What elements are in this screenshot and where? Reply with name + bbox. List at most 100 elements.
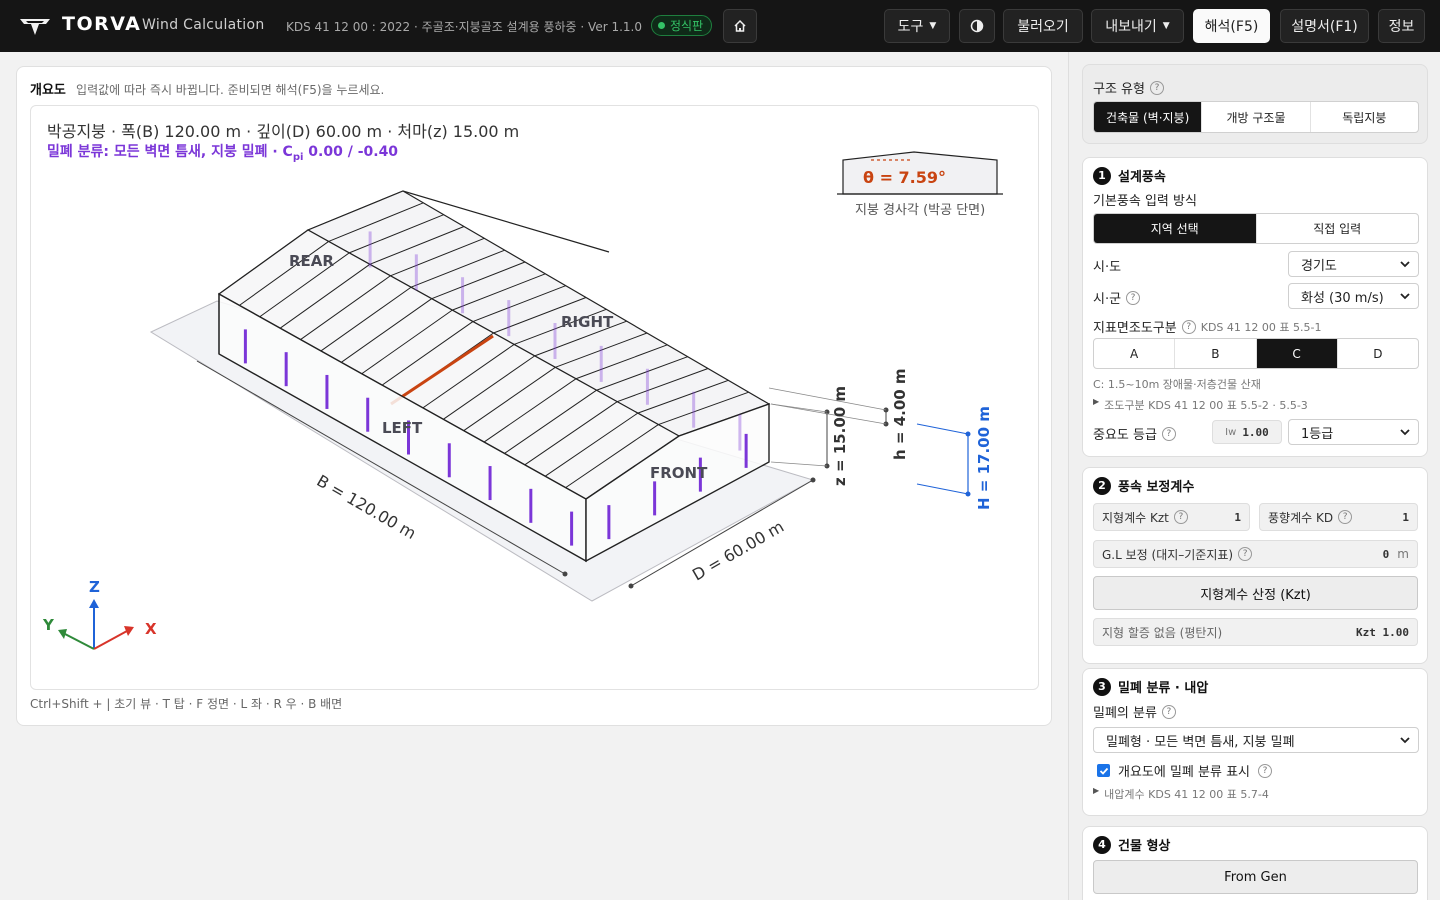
city-select[interactable]: 화성 (30 m/s): [1288, 283, 1419, 309]
help-icon[interactable]: ?: [1181, 319, 1196, 334]
structure-option-open[interactable]: 개방 구조물: [1202, 102, 1311, 132]
enclosure-header: 3 밀폐 분류 · 내압: [1093, 677, 1208, 696]
structure-option-building[interactable]: 건축물 (벽·지붕): [1094, 102, 1203, 132]
d-dimension-end: [628, 583, 634, 589]
wind-correction-header: 2 풍속 보정계수: [1093, 476, 1194, 495]
license-badge: 정식판: [651, 15, 713, 36]
H-extension-line: [916, 423, 969, 435]
terrain-selector: A B C D: [1093, 338, 1419, 369]
city-label: 시·군: [1093, 292, 1122, 307]
help-icon[interactable]: ?: [1173, 510, 1188, 524]
province-select[interactable]: 경기도: [1288, 251, 1419, 277]
kzt-result-value: Kzt 1.00: [1356, 625, 1409, 639]
terrain-option-c[interactable]: C: [1256, 339, 1338, 368]
kd-label: 풍향계수 KD: [1268, 510, 1334, 525]
help-icon[interactable]: ?: [1161, 704, 1176, 719]
chevron-down-icon: [1400, 429, 1410, 436]
help-icon[interactable]: ?: [1126, 290, 1141, 305]
load-button[interactable]: 불러오기: [1003, 9, 1083, 43]
section-number: 4: [1093, 835, 1111, 854]
enclosure-class-label: 밀폐의 분류: [1093, 706, 1157, 721]
terrain-option-b[interactable]: B: [1175, 339, 1257, 368]
terrain-label: 지표면조도구분: [1093, 321, 1177, 336]
kd-field[interactable]: 풍향계수 KD ? 1: [1259, 503, 1418, 531]
help-icon[interactable]: ?: [1238, 547, 1253, 561]
from-gen-button[interactable]: From Gen: [1093, 860, 1418, 894]
kd-field-label-row: 풍향계수 KD ?: [1268, 509, 1353, 526]
input-method-selector: 지역 선택 직접 입력: [1093, 213, 1419, 244]
axis-gizmo: [58, 599, 134, 650]
method-option-region[interactable]: 지역 선택: [1094, 214, 1257, 243]
standard-version: KDS 41 12 00 : 2022 · 주골조·지붕골조 설계용 풍하중 ·…: [286, 20, 642, 34]
info-button[interactable]: 정보: [1378, 9, 1425, 43]
triangle-right-icon: ▶: [1093, 786, 1100, 795]
gl-label: G.L 보정 (대지–기준지표): [1102, 547, 1234, 562]
kzt-calc-button[interactable]: 지형계수 산정 (Kzt): [1093, 576, 1418, 610]
analyze-button[interactable]: 해석(F5): [1193, 9, 1270, 43]
structure-type-card: 구조 유형 ? 건축물 (벽·지붕) 개방 구조물 독립지붕: [1082, 64, 1428, 144]
structure-option-canopy[interactable]: 독립지붕: [1311, 102, 1418, 132]
export-menu-button[interactable]: 내보내기 ▼: [1091, 9, 1184, 43]
roughness-disclosure[interactable]: ▶ 조도구분 KDS 41 12 00 표 5.5-2 · 5.5-3: [1093, 397, 1308, 413]
internal-pressure-disclosure[interactable]: ▶ 내압계수 KDS 41 12 00 표 5.7-4: [1093, 786, 1269, 802]
help-icon[interactable]: ?: [1258, 763, 1272, 778]
checkbox-checked-icon[interactable]: [1097, 764, 1110, 777]
enclosure-class-value: 밀폐형 · 모든 벽면 틈새, 지붕 밀폐: [1106, 734, 1295, 750]
settings-sidebar[interactable]: 구조 유형 ? 건축물 (벽·지붕) 개방 구조물 독립지붕 1 설계풍속 기본…: [1068, 52, 1440, 900]
kzt-result: 지형 할증 없음 (평탄지) Kzt 1.00: [1093, 618, 1418, 646]
report-button[interactable]: 설명서(F1): [1280, 9, 1369, 43]
kzt-field-label-row: 지형계수 Kzt ?: [1102, 509, 1188, 526]
roof-angle-caption: 지붕 경사각 (박공 단면): [855, 203, 986, 218]
method-option-direct[interactable]: 직접 입력: [1257, 214, 1419, 243]
caret-down-icon: ▼: [1162, 21, 1170, 31]
overview-canvas[interactable]: 박공지붕 · 폭(B) 120.00 m · 깊이(D) 60.00 m · 처…: [30, 105, 1039, 690]
tools-menu-button[interactable]: 도구 ▼: [884, 9, 950, 43]
brand-name: TORVA: [62, 13, 142, 35]
section-number: 3: [1093, 677, 1111, 696]
caret-down-icon: ▼: [929, 21, 937, 31]
importance-select[interactable]: 1등급: [1288, 419, 1419, 445]
triangle-right-icon: ▶: [1093, 397, 1100, 406]
load-button-label: 불러오기: [1017, 19, 1069, 35]
home-button[interactable]: [723, 9, 757, 43]
theme-toggle-button[interactable]: [959, 9, 995, 43]
terrain-reference: KDS 41 12 00 표 5.5-1: [1200, 320, 1322, 334]
enclosure-title: 밀폐 분류 · 내압: [1118, 681, 1209, 696]
home-icon: [734, 19, 746, 32]
terrain-option-d[interactable]: D: [1338, 339, 1418, 368]
kzt-field[interactable]: 지형계수 Kzt ? 1: [1093, 503, 1250, 531]
analyze-button-label: 해석(F5): [1204, 19, 1259, 35]
top-bar: TORVA Wind Calculation KDS 41 12 00 : 20…: [0, 0, 1440, 52]
license-badge-label: 정식판: [670, 19, 704, 33]
design-wind-title: 설계풍속: [1118, 170, 1166, 185]
section-number: 2: [1093, 476, 1111, 495]
province-label: 시·도: [1093, 260, 1122, 275]
h-small-dimension-label: h = 4.00 m: [891, 368, 909, 460]
tools-menu-label: 도구: [897, 19, 924, 35]
help-icon[interactable]: ?: [1161, 426, 1176, 441]
axis-z-arrow: [89, 599, 99, 608]
enclosure-class-select[interactable]: 밀폐형 · 모든 벽면 틈새, 지붕 밀폐: [1093, 727, 1419, 753]
importance-value: 1등급: [1301, 426, 1334, 442]
z-extension-line: [770, 461, 828, 467]
terrain-option-a[interactable]: A: [1094, 339, 1176, 368]
info-button-label: 정보: [1388, 19, 1415, 35]
show-enclosure-toggle[interactable]: 개요도에 밀폐 분류 표시 ?: [1097, 761, 1272, 780]
help-icon[interactable]: ?: [1149, 80, 1164, 95]
face-label-left: LEFT: [382, 419, 423, 437]
province-value: 경기도: [1301, 258, 1337, 274]
importance-label: 중요도 등급: [1093, 428, 1157, 443]
building-shape-card: 4 건물 형상 From Gen: [1082, 826, 1428, 900]
importance-label-row: 중요도 등급 ?: [1093, 424, 1176, 443]
wind-correction-title: 풍속 보정계수: [1118, 480, 1195, 495]
iw-readout: Iw 1.00: [1212, 420, 1282, 444]
gl-field[interactable]: G.L 보정 (대지–기준지표) ? 0 m: [1093, 540, 1418, 568]
overview-hint: 입력값에 따라 즉시 바뀝니다. 준비되면 해석(F5)을 누르세요.: [76, 83, 385, 97]
iw-value: 1.00: [1242, 425, 1269, 439]
building-3d-view[interactable]: [31, 106, 1039, 690]
chevron-down-icon: [1400, 293, 1410, 300]
shortcut-hint: Ctrl+Shift + | 초기 뷰 · T 탑 · F 정면 · L 좌 ·…: [30, 697, 343, 711]
section-number: 1: [1093, 166, 1111, 185]
design-wind-card: 1 설계풍속 기본풍속 입력 방식 지역 선택 직접 입력 시·도 경기도 시·…: [1082, 157, 1428, 457]
help-icon[interactable]: ?: [1338, 510, 1353, 524]
